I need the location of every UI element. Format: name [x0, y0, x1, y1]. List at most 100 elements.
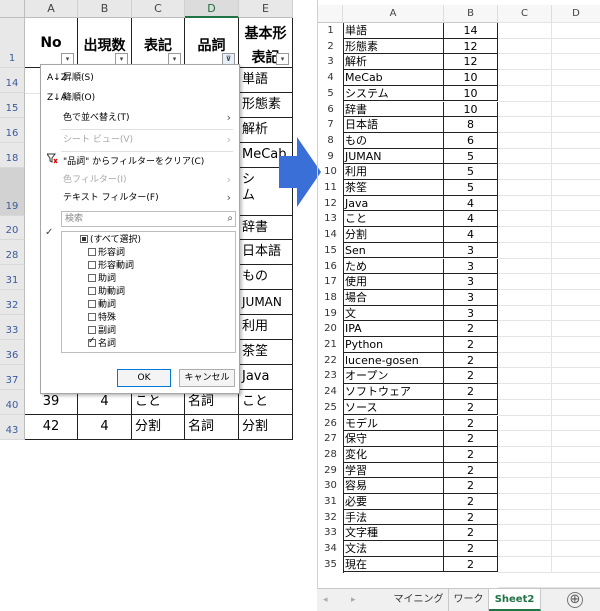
cell-count[interactable]: 6: [444, 132, 498, 149]
cell-word[interactable]: 文法: [343, 541, 444, 557]
cell-count[interactable]: 2: [444, 415, 498, 432]
select-all-corner[interactable]: [0, 0, 25, 18]
value-item[interactable]: 助動詞: [88, 287, 125, 298]
row-header[interactable]: 4: [318, 70, 343, 85]
cell-count[interactable]: 3: [444, 258, 498, 275]
cell-count[interactable]: 2: [444, 446, 498, 463]
row-header[interactable]: 17: [318, 274, 343, 289]
cell-word[interactable]: ソース: [343, 399, 444, 416]
column-header-a[interactable]: A: [25, 0, 78, 18]
cell-word[interactable]: もの: [343, 132, 444, 149]
cell-count[interactable]: 2: [444, 541, 498, 557]
cell-count[interactable]: 10: [444, 70, 498, 86]
cell-count[interactable]: 3: [444, 242, 498, 259]
value-item[interactable]: 名詞: [88, 336, 116, 350]
cell-count[interactable]: 2: [444, 431, 498, 447]
row-header[interactable]: 3: [318, 54, 343, 69]
cell-word[interactable]: 文: [343, 305, 444, 322]
cell-e[interactable]: 単語: [239, 68, 293, 93]
cell-count[interactable]: 2: [444, 368, 498, 385]
add-sheet-icon[interactable]: ⊕: [567, 592, 583, 608]
row-header[interactable]: 6: [318, 102, 343, 117]
cell-count[interactable]: 12: [444, 54, 498, 71]
row-header[interactable]: 9: [318, 149, 343, 164]
row-header[interactable]: 20: [318, 321, 343, 336]
cell-word[interactable]: こと: [343, 211, 444, 228]
cell-count[interactable]: 12: [444, 38, 498, 55]
row-header[interactable]: 24: [318, 384, 343, 399]
cell-word[interactable]: MeCab: [343, 70, 444, 86]
sort-by-color-item[interactable]: 色で並べ替え(T) ›: [41, 109, 239, 127]
value-item[interactable]: 特殊: [88, 313, 116, 324]
row-header[interactable]: 18: [0, 143, 25, 168]
cell-e[interactable]: Java: [239, 365, 293, 390]
cell-word[interactable]: 辞書: [343, 101, 444, 118]
row-header[interactable]: 35: [318, 557, 343, 572]
cell-e[interactable]: 分割: [239, 415, 293, 440]
row-header[interactable]: 31: [0, 265, 25, 290]
cell-word[interactable]: 利用: [343, 164, 444, 180]
tab-work[interactable]: ワーク: [449, 589, 489, 611]
cell-word[interactable]: 変化: [343, 446, 444, 463]
cell-e[interactable]: JUMAN: [239, 290, 293, 315]
row-header[interactable]: 15: [318, 243, 343, 258]
value-item-select-all[interactable]: (すべて選択): [80, 235, 141, 246]
cell-count[interactable]: 2: [444, 509, 498, 526]
cell-count[interactable]: 8: [444, 117, 498, 133]
row-header[interactable]: 14: [318, 227, 343, 242]
cell-count[interactable]: 5: [444, 164, 498, 180]
row-header[interactable]: 28: [0, 240, 25, 265]
cell-e[interactable]: 茶筌: [239, 340, 293, 365]
cell-count[interactable]: 10: [444, 85, 498, 102]
row-header[interactable]: 19: [0, 168, 25, 216]
cell-word[interactable]: 日本語: [343, 117, 444, 133]
row-header[interactable]: 33: [318, 525, 343, 540]
header-cell-count[interactable]: 出現数 ▾: [78, 18, 132, 68]
cell-word[interactable]: モデル: [343, 415, 444, 432]
value-item[interactable]: 形容詞: [88, 248, 125, 259]
cell-word[interactable]: 使用: [343, 274, 444, 290]
row-header[interactable]: 15: [0, 93, 25, 118]
row-header[interactable]: 2: [318, 39, 343, 54]
header-cell-surface[interactable]: 表記 ▾: [132, 18, 185, 68]
cell-count[interactable]: 2: [444, 525, 498, 542]
row-header[interactable]: 28: [318, 447, 343, 462]
cell-count[interactable]: 5: [444, 148, 498, 165]
cell-d[interactable]: 名詞: [185, 415, 239, 440]
value-item[interactable]: 助詞: [88, 274, 116, 285]
cell-count[interactable]: 4: [444, 211, 498, 228]
cell-count[interactable]: 4: [444, 227, 498, 243]
cell-word[interactable]: 形態素: [343, 38, 444, 55]
cell-count[interactable]: 2: [444, 462, 498, 479]
cell-count[interactable]: 10: [444, 101, 498, 118]
row-header[interactable]: 16: [318, 259, 343, 274]
cell-word[interactable]: 必要: [343, 494, 444, 510]
row-header[interactable]: 27: [318, 431, 343, 446]
row-header[interactable]: 36: [0, 340, 25, 365]
cell-word[interactable]: 容易: [343, 478, 444, 494]
row-header[interactable]: 12: [318, 196, 343, 211]
cell-word[interactable]: 学習: [343, 462, 444, 479]
row-header[interactable]: 16: [0, 118, 25, 143]
filter-search-input[interactable]: 検索 ⌕: [61, 211, 236, 227]
cell-count[interactable]: 5: [444, 180, 498, 196]
cell-word[interactable]: ため: [343, 258, 444, 275]
row-header[interactable]: 22: [318, 353, 343, 368]
row-header[interactable]: 21: [318, 337, 343, 352]
cell-word[interactable]: 場合: [343, 289, 444, 306]
row-header[interactable]: 26: [318, 416, 343, 431]
row-header[interactable]: 13: [318, 211, 343, 226]
cell-count[interactable]: 2: [444, 556, 498, 573]
header-cell-no[interactable]: No ▾: [25, 18, 78, 68]
row-header[interactable]: 1: [0, 18, 25, 68]
cell-word[interactable]: Java: [343, 195, 444, 212]
cell-word[interactable]: 茶筌: [343, 180, 444, 196]
cell-word[interactable]: 保守: [343, 431, 444, 447]
header-cell-base-form[interactable]: 基本形表記 ▾: [239, 18, 293, 68]
row-header[interactable]: 40: [0, 390, 25, 415]
cell-e[interactable]: 辞書: [239, 216, 293, 240]
cell-count[interactable]: 2: [444, 399, 498, 416]
cell-e[interactable]: もの: [239, 265, 293, 290]
value-item[interactable]: 形容動詞: [88, 261, 134, 272]
cell-word[interactable]: Sen: [343, 242, 444, 259]
